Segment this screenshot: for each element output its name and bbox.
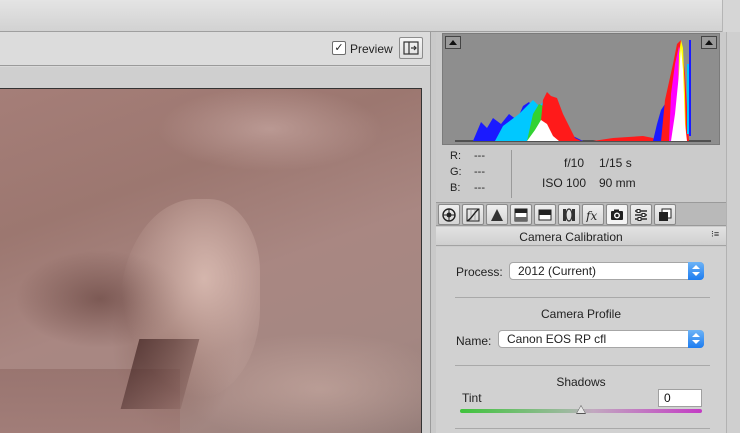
panel-header: Camera Calibration ⁝≡	[436, 227, 726, 246]
section-divider	[455, 428, 710, 429]
detail-tab-icon	[491, 209, 503, 221]
highlight-clipping-warning-button[interactable]	[701, 36, 717, 49]
camera-profile-heading: Camera Profile	[540, 307, 622, 321]
window-title-bar	[0, 0, 740, 32]
tab-tone-curve[interactable]	[462, 204, 484, 225]
preview-pane: ✓ Preview	[0, 32, 431, 433]
green-readout: G: ---	[450, 166, 510, 178]
process-label: Process:	[456, 265, 503, 279]
tab-snapshots[interactable]	[654, 204, 676, 225]
tab-detail[interactable]	[486, 204, 508, 225]
iso-value: ISO 100	[542, 176, 587, 190]
process-select-value: 2012 (Current)	[518, 264, 597, 278]
preview-image[interactable]	[0, 88, 422, 433]
shadow-clipping-warning-button[interactable]	[445, 36, 461, 49]
green-value: ---	[474, 166, 485, 178]
readout-divider	[511, 150, 512, 198]
before-after-icon	[403, 41, 419, 55]
effects-tab-icon: fx	[586, 209, 597, 222]
section-divider	[455, 365, 710, 366]
presets-tab-icon	[635, 209, 647, 221]
tab-camera-calibration[interactable]	[606, 204, 628, 225]
histogram	[442, 33, 720, 145]
tab-presets[interactable]	[630, 204, 652, 225]
preview-checkbox[interactable]: ✓	[332, 41, 346, 55]
svg-text:fx: fx	[586, 209, 597, 222]
tint-label: Tint	[462, 391, 482, 405]
preview-label: Preview	[350, 42, 393, 56]
camera-profile-select-value: Canon EOS RP cfl	[507, 332, 607, 346]
image-canvas[interactable]	[0, 67, 430, 433]
red-label: R:	[450, 150, 461, 162]
snapshots-tab-icon	[659, 208, 672, 221]
focal-length-value: 90 mm	[599, 176, 636, 190]
chevron-updown-icon	[688, 262, 704, 280]
panel-tab-strip: fx	[436, 202, 726, 226]
section-divider	[455, 297, 710, 298]
green-label: G:	[450, 166, 462, 178]
shutter-value: 1/15 s	[599, 156, 632, 170]
window-chrome-edge	[722, 0, 740, 32]
tint-value-input[interactable]: 0	[658, 389, 702, 407]
tone-curve-tab-icon	[466, 208, 480, 222]
tab-basic[interactable]	[438, 204, 460, 225]
preview-toolbar: ✓ Preview	[0, 32, 430, 66]
tab-effects[interactable]: fx	[582, 204, 604, 225]
hsl-tab-icon	[514, 208, 528, 222]
profile-name-label: Name:	[456, 334, 492, 348]
basic-tab-icon	[442, 208, 456, 222]
split-toning-tab-icon	[538, 209, 552, 221]
blue-readout: B: ---	[450, 182, 510, 194]
tab-split-toning[interactable]	[534, 204, 556, 225]
tab-lens-corrections[interactable]	[558, 204, 580, 225]
red-readout: R: ---	[450, 150, 510, 162]
histogram-graph	[455, 40, 711, 142]
before-after-toggle-button[interactable]	[399, 37, 423, 59]
panel-scrollbar[interactable]	[726, 32, 740, 433]
tab-hsl[interactable]	[510, 204, 532, 225]
blue-label: B:	[450, 182, 461, 194]
camera-calibration-tab-icon	[611, 209, 623, 220]
chevron-updown-icon	[688, 330, 704, 348]
lens-corrections-tab-icon	[563, 208, 575, 222]
panel-menu-icon[interactable]: ⁝≡	[711, 229, 719, 240]
camera-profile-select[interactable]: Canon EOS RP cfl	[498, 330, 704, 348]
red-value: ---	[474, 150, 485, 162]
aperture-value: f/10	[564, 156, 585, 170]
process-select[interactable]: 2012 (Current)	[509, 262, 704, 280]
shadows-heading: Shadows	[556, 375, 606, 389]
tint-slider-thumb[interactable]	[576, 405, 586, 414]
blue-value: ---	[474, 182, 485, 194]
panel-title: Camera Calibration	[519, 230, 623, 244]
